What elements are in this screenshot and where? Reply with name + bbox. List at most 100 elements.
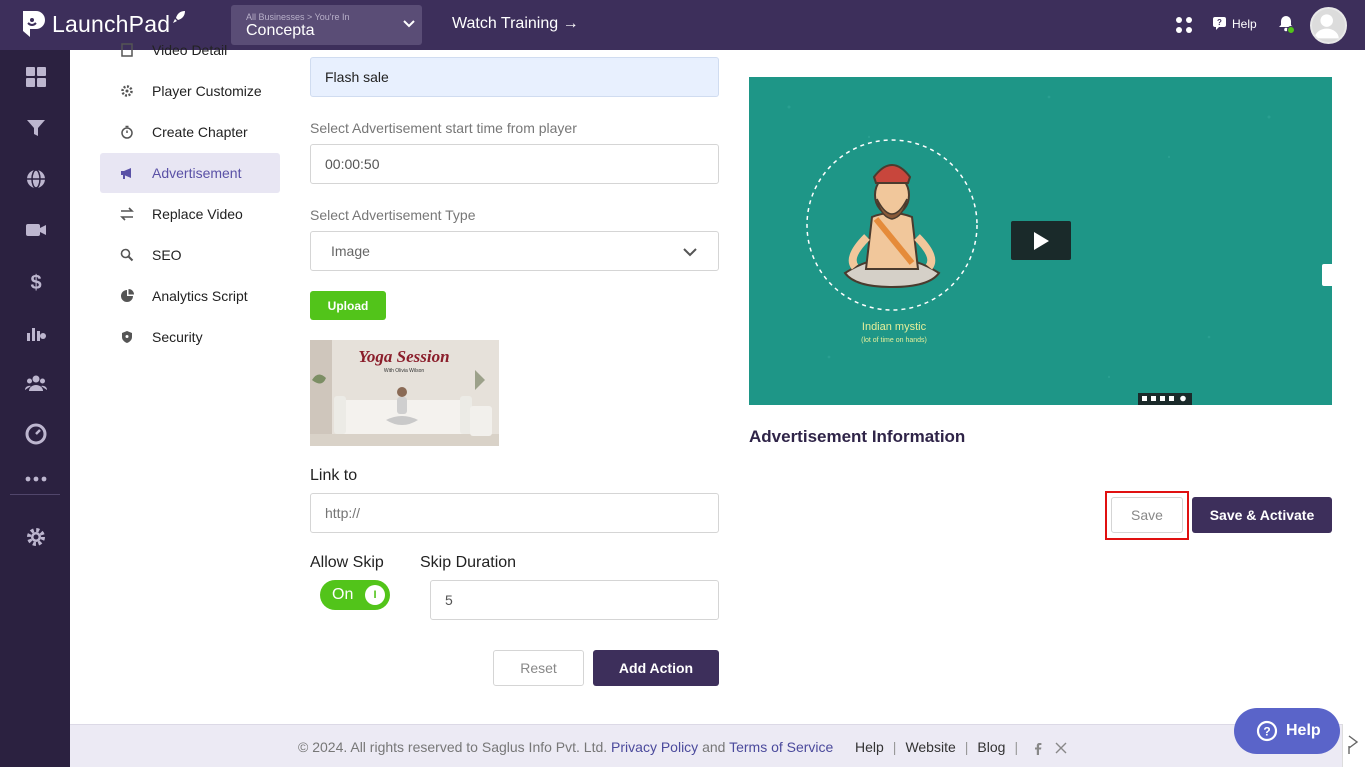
ad-name-input[interactable]: Flash sale	[310, 57, 719, 97]
notification-dot	[1287, 26, 1295, 34]
subnav-item-player-customize[interactable]: Player Customize	[100, 71, 280, 111]
user-avatar-icon	[1314, 14, 1339, 39]
footer: © 2024. All rights reserved to Saglus In…	[70, 724, 1365, 767]
svg-text:?: ?	[1263, 725, 1270, 739]
gear-icon	[121, 85, 133, 97]
footer-separator: |	[964, 739, 969, 755]
file-icon	[121, 43, 133, 57]
rocket-icon	[173, 11, 186, 23]
apps-grid-icon[interactable]	[1175, 16, 1193, 34]
more-icon[interactable]	[25, 468, 47, 490]
svg-text:?: ?	[1217, 18, 1222, 27]
thumb-title: Yoga Session	[358, 347, 449, 366]
business-subtitle: All Businesses > You're In	[246, 12, 350, 22]
video-side-handle[interactable]	[1322, 264, 1332, 286]
seo-search-icon	[120, 248, 134, 262]
shield-icon	[122, 331, 132, 343]
svg-text:$: $	[30, 272, 41, 292]
footer-copyright: © 2024. All rights reserved to Saglus In…	[298, 739, 833, 755]
allow-skip-label: Allow Skip	[310, 554, 384, 571]
ad-image-preview: Yoga Session With Olivia Wilson	[310, 340, 499, 446]
chevron-down-icon	[683, 248, 697, 257]
subnav-item-seo[interactable]: SEO	[100, 235, 280, 275]
privacy-policy-link[interactable]: Privacy Policy	[611, 739, 698, 755]
subnav-item-security[interactable]: Security	[100, 317, 280, 357]
help-icon: ?	[1213, 17, 1226, 30]
skip-duration-input[interactable]: 5	[430, 580, 719, 620]
ad-type-value: Image	[331, 243, 370, 259]
video-camera-icon[interactable]	[25, 219, 47, 241]
avatar[interactable]	[1310, 7, 1347, 44]
gauge-icon[interactable]	[25, 423, 47, 445]
subnav-label: Advertisement	[152, 165, 242, 181]
subnav-item-replace-video[interactable]: Replace Video	[100, 194, 280, 234]
dashboard-icon[interactable]	[25, 66, 47, 88]
subnav-label: Replace Video	[152, 206, 243, 222]
subnav-label: Create Chapter	[152, 124, 248, 140]
subnav-label: Analytics Script	[152, 288, 248, 304]
link-input[interactable]	[310, 493, 719, 533]
subnav-item-advertisement[interactable]: Advertisement	[100, 153, 280, 193]
watch-training-link[interactable]: Watch Training →	[452, 15, 579, 33]
subnav-item-analytics-script[interactable]: Analytics Script	[100, 276, 280, 316]
footer-separator: |	[1014, 739, 1019, 755]
help-label: Help	[1232, 16, 1257, 31]
help-chat-label: Help	[1286, 722, 1321, 739]
funnel-icon[interactable]	[25, 117, 47, 139]
x-twitter-icon[interactable]	[1055, 742, 1067, 754]
help-link[interactable]: ? Help	[1212, 16, 1257, 31]
megaphone-icon	[121, 168, 131, 179]
subnav-label: Video Detail	[152, 42, 228, 58]
thumb-subtitle: With Olivia Wilson	[384, 368, 425, 374]
edge-handle[interactable]	[1342, 724, 1365, 767]
footer-separator: |	[892, 739, 897, 755]
rail-divider	[10, 494, 60, 495]
allow-skip-toggle[interactable]: On I	[320, 580, 390, 610]
play-icon	[1034, 231, 1049, 250]
copyright-text: © 2024. All rights reserved to Saglus In…	[298, 739, 608, 755]
ad-type-select[interactable]: Image	[310, 231, 719, 271]
resize-handle-icon	[1348, 735, 1359, 754]
footer-blog-link[interactable]: Blog	[977, 739, 1005, 755]
footer-help-link[interactable]: Help	[855, 739, 884, 755]
yoga-image-icon: Yoga Session With Olivia Wilson	[310, 340, 499, 446]
ad-type-label: Select Advertisement Type	[310, 207, 476, 223]
video-caption: Indian mystic	[862, 321, 927, 333]
save-activate-button[interactable]: Save & Activate	[1192, 497, 1332, 533]
play-button[interactable]	[1011, 221, 1071, 260]
start-time-input[interactable]: 00:00:50	[310, 144, 719, 184]
subnav-label: Security	[152, 329, 203, 345]
pie-icon	[121, 289, 134, 302]
reset-button[interactable]: Reset	[493, 650, 584, 686]
toggle-knob: I	[365, 585, 385, 605]
facebook-icon[interactable]	[1033, 742, 1043, 755]
start-time-label: Select Advertisement start time from pla…	[310, 120, 577, 136]
settings-icon[interactable]	[25, 526, 47, 548]
question-circle-icon: ?	[1256, 720, 1278, 742]
terms-of-service-link[interactable]: Terms of Service	[729, 739, 833, 755]
users-icon[interactable]	[25, 372, 47, 394]
and-text: and	[702, 739, 726, 755]
swap-icon	[120, 207, 134, 221]
subnav-label: Player Customize	[152, 83, 262, 99]
skip-duration-label: Skip Duration	[420, 554, 517, 571]
footer-website-link[interactable]: Website	[905, 739, 955, 755]
save-button[interactable]: Save	[1111, 497, 1183, 533]
link-to-label: Link to	[310, 467, 358, 484]
video-subcaption: (lot of time on hands)	[861, 337, 927, 344]
chevron-down-icon	[403, 20, 415, 28]
globe-icon[interactable]	[25, 168, 47, 190]
upload-button[interactable]: Upload	[310, 291, 386, 320]
left-rail: $	[0, 50, 70, 767]
analytics-icon[interactable]	[25, 321, 47, 343]
video-player[interactable]: Indian mystic (lot of time on hands)	[749, 77, 1332, 405]
subnav-item-video-detail[interactable]: Video Detail	[100, 30, 280, 70]
help-chat-button[interactable]: ? Help	[1234, 708, 1340, 754]
toggle-label: On	[332, 586, 354, 603]
dollar-icon[interactable]: $	[25, 270, 47, 292]
subnav-label: SEO	[152, 247, 182, 263]
ad-info-title: Advertisement Information	[749, 427, 966, 446]
timer-icon	[121, 125, 133, 139]
subnav-item-create-chapter[interactable]: Create Chapter	[100, 112, 280, 152]
add-action-button[interactable]: Add Action	[593, 650, 719, 686]
